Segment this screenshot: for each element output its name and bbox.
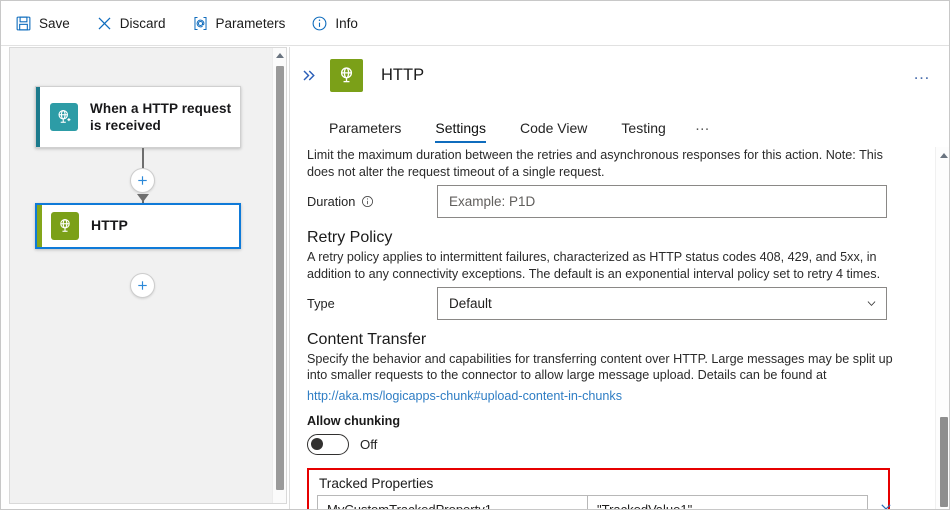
close-icon: [879, 502, 893, 510]
tracked-properties-table: MyCustomTrackedProperty1 "TrackedValue1"…: [317, 495, 868, 510]
http-request-trigger-icon: [50, 103, 78, 131]
panel-scrollbar-thumb[interactable]: [940, 417, 948, 507]
parameters-label: Parameters: [216, 16, 286, 31]
discard-icon: [96, 15, 113, 32]
action-label: HTTP: [91, 217, 136, 235]
workflow-canvas[interactable]: When a HTTP request is received: [9, 47, 287, 504]
retry-policy-description: A retry policy applies to intermittent f…: [307, 249, 895, 283]
canvas-scrollbar[interactable]: [272, 48, 286, 504]
trigger-card[interactable]: When a HTTP request is received: [35, 86, 241, 148]
tab-parameters[interactable]: Parameters: [312, 120, 418, 143]
workflow-graph: When a HTTP request is received: [10, 48, 272, 504]
duration-description: Limit the maximum duration between the r…: [307, 147, 895, 181]
save-icon: [15, 15, 32, 32]
duration-info-icon[interactable]: [361, 195, 374, 208]
allow-chunking-label: Allow chunking: [307, 414, 917, 428]
settings-content: Limit the maximum duration between the r…: [290, 147, 950, 510]
duration-field-row: Duration: [307, 185, 917, 218]
save-label: Save: [39, 16, 70, 31]
tabs-overflow-button[interactable]: …: [683, 117, 721, 143]
command-toolbar: Save Discard Parameters: [1, 1, 950, 46]
allow-chunking-row: Off: [307, 434, 917, 455]
chunking-doc-link[interactable]: http://aka.ms/logicapps-chunk#upload-con…: [307, 389, 622, 403]
table-row: MyCustomTrackedProperty1 "TrackedValue1": [317, 495, 868, 510]
duration-label: Duration: [307, 194, 355, 209]
toggle-knob: [311, 438, 323, 450]
retry-type-label: Type: [307, 296, 437, 311]
trigger-label: When a HTTP request is received: [90, 100, 240, 135]
allow-chunking-toggle[interactable]: [307, 434, 349, 455]
delete-tracked-property-button[interactable]: [876, 499, 896, 510]
canvas-scrollbar-thumb[interactable]: [276, 66, 284, 490]
page-title: HTTP: [381, 66, 424, 85]
tracked-properties-title: Tracked Properties: [319, 476, 880, 491]
connector-arrowhead: [137, 194, 149, 202]
logic-app-designer: Save Discard Parameters: [0, 0, 950, 510]
discard-label: Discard: [120, 16, 166, 31]
retry-type-select-wrap: Default: [437, 287, 887, 320]
expand-panel-icon[interactable]: [298, 65, 318, 85]
duration-label-group: Duration: [307, 194, 437, 209]
tracked-value-cell[interactable]: "TrackedValue1": [588, 495, 868, 510]
add-step-below-button[interactable]: [130, 273, 155, 298]
tracked-properties-highlight: Tracked Properties MyCustomTrackedProper…: [307, 468, 890, 510]
content-transfer-title: Content Transfer: [307, 331, 917, 349]
action-details-panel: HTTP … Parameters Settings Code View Tes…: [289, 47, 950, 510]
content-transfer-description: Specify the behavior and capabilities fo…: [307, 351, 895, 385]
http-action-icon: [51, 212, 79, 240]
panel-scroll-up-arrow-icon[interactable]: [940, 153, 948, 158]
tracked-key-cell[interactable]: MyCustomTrackedProperty1: [317, 495, 588, 510]
panel-tabs: Parameters Settings Code View Testing …: [290, 109, 950, 143]
tab-settings[interactable]: Settings: [418, 120, 503, 143]
retry-type-field-row: Type Default: [307, 287, 917, 320]
parameters-icon: [192, 15, 209, 32]
trigger-accent-bar: [36, 87, 40, 147]
retry-policy-title: Retry Policy: [307, 229, 917, 247]
panel-overflow-menu-button[interactable]: …: [913, 65, 931, 82]
scroll-up-arrow-icon[interactable]: [276, 53, 284, 58]
tab-code-view[interactable]: Code View: [503, 120, 604, 143]
action-card-http[interactable]: HTTP: [35, 203, 241, 249]
info-icon: [311, 15, 328, 32]
plus-icon: [136, 174, 149, 187]
connector-line-top: [142, 148, 144, 170]
panel-header: HTTP …: [290, 47, 950, 103]
parameters-button[interactable]: Parameters: [192, 8, 286, 38]
add-step-between-button[interactable]: [130, 168, 155, 193]
action-accent-bar: [37, 205, 42, 247]
panel-http-icon: [330, 59, 363, 92]
discard-button[interactable]: Discard: [96, 8, 166, 38]
save-button[interactable]: Save: [15, 8, 70, 38]
allow-chunking-state: Off: [360, 437, 377, 452]
info-button[interactable]: Info: [311, 8, 358, 38]
duration-input[interactable]: [437, 185, 887, 218]
panel-scrollbar[interactable]: [935, 147, 950, 510]
settings-inner: Limit the maximum duration between the r…: [290, 147, 935, 510]
plus-icon: [136, 279, 149, 292]
tab-testing[interactable]: Testing: [604, 120, 682, 143]
info-label: Info: [335, 16, 358, 31]
retry-type-select[interactable]: Default: [437, 287, 887, 320]
